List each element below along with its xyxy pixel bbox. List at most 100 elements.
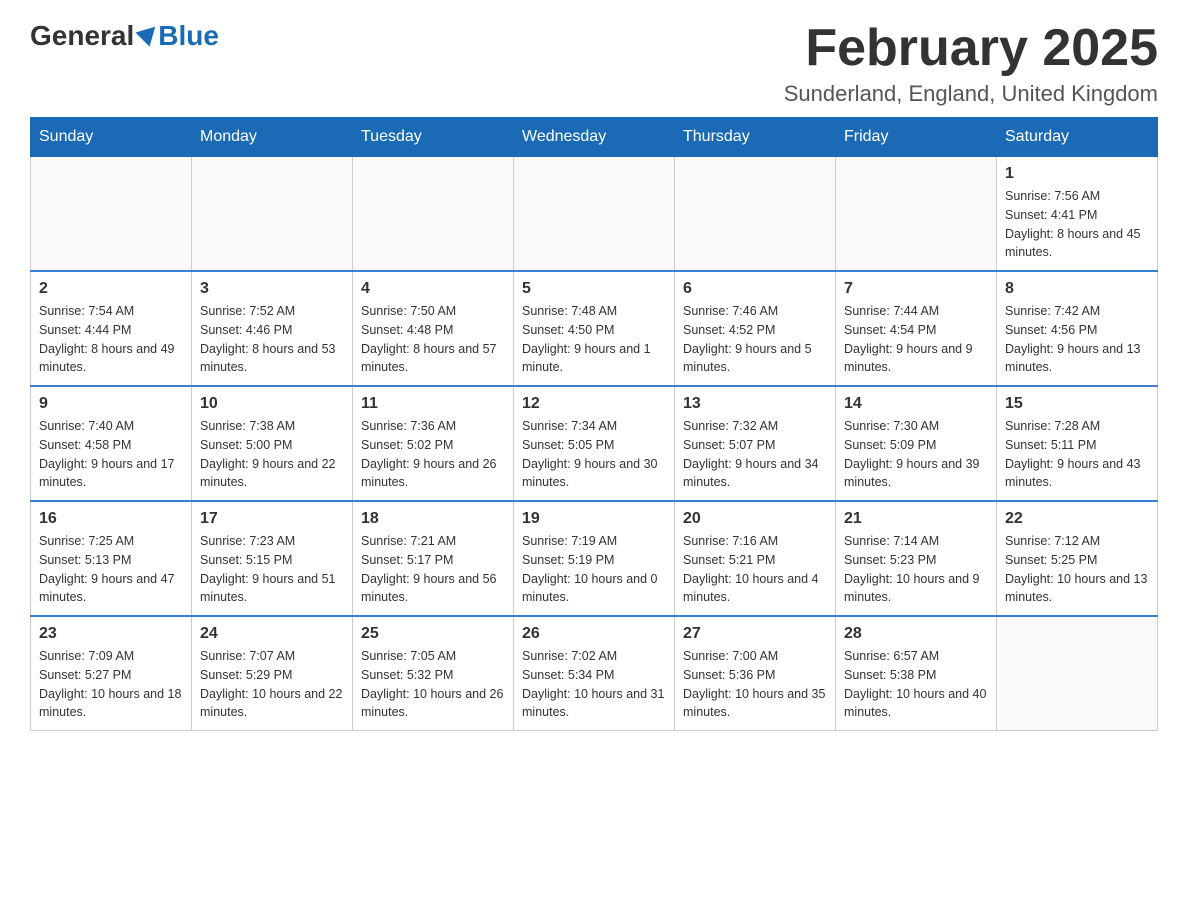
day-number: 8 [1005,280,1149,298]
day-number: 28 [844,625,988,643]
day-info: Sunrise: 7:23 AMSunset: 5:15 PMDaylight:… [200,532,344,607]
table-row [675,157,836,272]
header-sunday: Sunday [31,118,192,157]
logo-general-text: General [30,20,134,52]
day-number: 5 [522,280,666,298]
day-info: Sunrise: 7:00 AMSunset: 5:36 PMDaylight:… [683,647,827,722]
table-row: 9Sunrise: 7:40 AMSunset: 4:58 PMDaylight… [31,386,192,501]
table-row: 2 Sunrise: 7:54 AMSunset: 4:44 PMDaylight… [31,271,192,386]
day-info: Sunrise: 7:30 AMSunset: 5:09 PMDaylight:… [844,417,988,492]
day-number: 21 [844,510,988,528]
day-info: Sunrise: 7:07 AMSunset: 5:29 PMDaylight:… [200,647,344,722]
day-number: 15 [1005,395,1149,413]
day-number: 25 [361,625,505,643]
day-info: Sunrise: 7:44 AMSunset: 4:54 PMDaylight:… [844,302,988,377]
day-info: Sunrise: 7:38 AMSunset: 5:00 PMDaylight:… [200,417,344,492]
table-row: 20Sunrise: 7:16 AMSunset: 5:21 PMDayligh… [675,501,836,616]
table-row: 7 Sunrise: 7:44 AMSunset: 4:54 PMDaylight… [836,271,997,386]
page-header: General Blue February 2025 Sunderland, E… [30,20,1158,107]
table-row: 19 Sunrise: 7:19 AMSunset: 5:19 PMDayligh… [514,501,675,616]
day-number: 3 [200,280,344,298]
day-number: 19 [522,510,666,528]
day-info: Sunrise: 7:54 AMSunset: 4:44 PMDaylight:… [39,302,183,377]
table-row: 13 Sunrise: 7:32 AMSunset: 5:07 PMDayligh… [675,386,836,501]
day-number: 17 [200,510,344,528]
day-number: 16 [39,510,183,528]
table-row: 11Sunrise: 7:36 AMSunset: 5:02 PMDayligh… [353,386,514,501]
header-saturday: Saturday [997,118,1158,157]
table-row: 8Sunrise: 7:42 AMSunset: 4:56 PMDaylight… [997,271,1158,386]
day-number: 24 [200,625,344,643]
table-row [997,616,1158,731]
day-info: Sunrise: 7:02 AMSunset: 5:34 PMDaylight:… [522,647,666,722]
table-row: 6Sunrise: 7:46 AMSunset: 4:52 PMDaylight… [675,271,836,386]
calendar-title: February 2025 [784,20,1158,77]
calendar-week-row: 16Sunrise: 7:25 AMSunset: 5:13 PMDayligh… [31,501,1158,616]
calendar-week-row: 9Sunrise: 7:40 AMSunset: 4:58 PMDaylight… [31,386,1158,501]
table-row: 27 Sunrise: 7:00 AMSunset: 5:36 PMDayligh… [675,616,836,731]
table-row: 4Sunrise: 7:50 AMSunset: 4:48 PMDaylight… [353,271,514,386]
table-row [514,157,675,272]
day-number: 7 [844,280,988,298]
table-row [192,157,353,272]
day-info: Sunrise: 7:05 AMSunset: 5:32 PMDaylight:… [361,647,505,722]
day-info: Sunrise: 7:28 AMSunset: 5:11 PMDaylight:… [1005,417,1149,492]
day-info: Sunrise: 7:32 AMSunset: 5:07 PMDaylight:… [683,417,827,492]
day-info: Sunrise: 7:09 AMSunset: 5:27 PMDaylight:… [39,647,183,722]
day-info: Sunrise: 7:16 AMSunset: 5:21 PMDaylight:… [683,532,827,607]
table-row: 25 Sunrise: 7:05 AMSunset: 5:32 PMDayligh… [353,616,514,731]
table-row: 28 Sunrise: 6:57 AMSunset: 5:38 PMDayligh… [836,616,997,731]
day-number: 26 [522,625,666,643]
day-number: 11 [361,395,505,413]
header-monday: Monday [192,118,353,157]
day-info: Sunrise: 6:57 AMSunset: 5:38 PMDaylight:… [844,647,988,722]
day-info: Sunrise: 7:56 AMSunset: 4:41 PMDaylight:… [1005,187,1149,262]
weekday-header-row: Sunday Monday Tuesday Wednesday Thursday… [31,118,1158,157]
day-info: Sunrise: 7:21 AMSunset: 5:17 PMDaylight:… [361,532,505,607]
table-row: 17 Sunrise: 7:23 AMSunset: 5:15 PMDayligh… [192,501,353,616]
logo: General Blue [30,20,219,52]
day-number: 22 [1005,510,1149,528]
table-row: 23Sunrise: 7:09 AMSunset: 5:27 PMDayligh… [31,616,192,731]
header-thursday: Thursday [675,118,836,157]
day-info: Sunrise: 7:52 AMSunset: 4:46 PMDaylight:… [200,302,344,377]
day-info: Sunrise: 7:14 AMSunset: 5:23 PMDaylight:… [844,532,988,607]
table-row: 10 Sunrise: 7:38 AMSunset: 5:00 PMDayligh… [192,386,353,501]
day-number: 4 [361,280,505,298]
table-row: 3 Sunrise: 7:52 AMSunset: 4:46 PMDaylight… [192,271,353,386]
day-info: Sunrise: 7:12 AMSunset: 5:25 PMDaylight:… [1005,532,1149,607]
day-number: 1 [1005,165,1149,183]
table-row [31,157,192,272]
day-number: 13 [683,395,827,413]
table-row: 14 Sunrise: 7:30 AMSunset: 5:09 PMDayligh… [836,386,997,501]
day-number: 9 [39,395,183,413]
table-row: 18 Sunrise: 7:21 AMSunset: 5:17 PMDayligh… [353,501,514,616]
calendar-week-row: 1 Sunrise: 7:56 AMSunset: 4:41 PMDaylight… [31,157,1158,272]
table-row: 16Sunrise: 7:25 AMSunset: 5:13 PMDayligh… [31,501,192,616]
day-number: 14 [844,395,988,413]
table-row: 22 Sunrise: 7:12 AMSunset: 5:25 PMDayligh… [997,501,1158,616]
table-row [353,157,514,272]
table-row: 15 Sunrise: 7:28 AMSunset: 5:11 PMDayligh… [997,386,1158,501]
table-row: 26 Sunrise: 7:02 AMSunset: 5:34 PMDayligh… [514,616,675,731]
calendar-week-row: 2 Sunrise: 7:54 AMSunset: 4:44 PMDaylight… [31,271,1158,386]
table-row: 21 Sunrise: 7:14 AMSunset: 5:23 PMDayligh… [836,501,997,616]
calendar-table: Sunday Monday Tuesday Wednesday Thursday… [30,117,1158,731]
day-info: Sunrise: 7:46 AMSunset: 4:52 PMDaylight:… [683,302,827,377]
day-info: Sunrise: 7:19 AMSunset: 5:19 PMDaylight:… [522,532,666,607]
calendar-week-row: 23Sunrise: 7:09 AMSunset: 5:27 PMDayligh… [31,616,1158,731]
day-number: 18 [361,510,505,528]
table-row: 5Sunrise: 7:48 AMSunset: 4:50 PMDaylight… [514,271,675,386]
table-row: 12 Sunrise: 7:34 AMSunset: 5:05 PMDayligh… [514,386,675,501]
day-number: 2 [39,280,183,298]
table-row: 1 Sunrise: 7:56 AMSunset: 4:41 PMDaylight… [997,157,1158,272]
day-number: 27 [683,625,827,643]
header-friday: Friday [836,118,997,157]
header-wednesday: Wednesday [514,118,675,157]
day-number: 10 [200,395,344,413]
day-number: 12 [522,395,666,413]
table-row: 24 Sunrise: 7:07 AMSunset: 5:29 PMDayligh… [192,616,353,731]
day-info: Sunrise: 7:34 AMSunset: 5:05 PMDaylight:… [522,417,666,492]
calendar-subtitle: Sunderland, England, United Kingdom [784,81,1158,107]
title-section: February 2025 Sunderland, England, Unite… [784,20,1158,107]
